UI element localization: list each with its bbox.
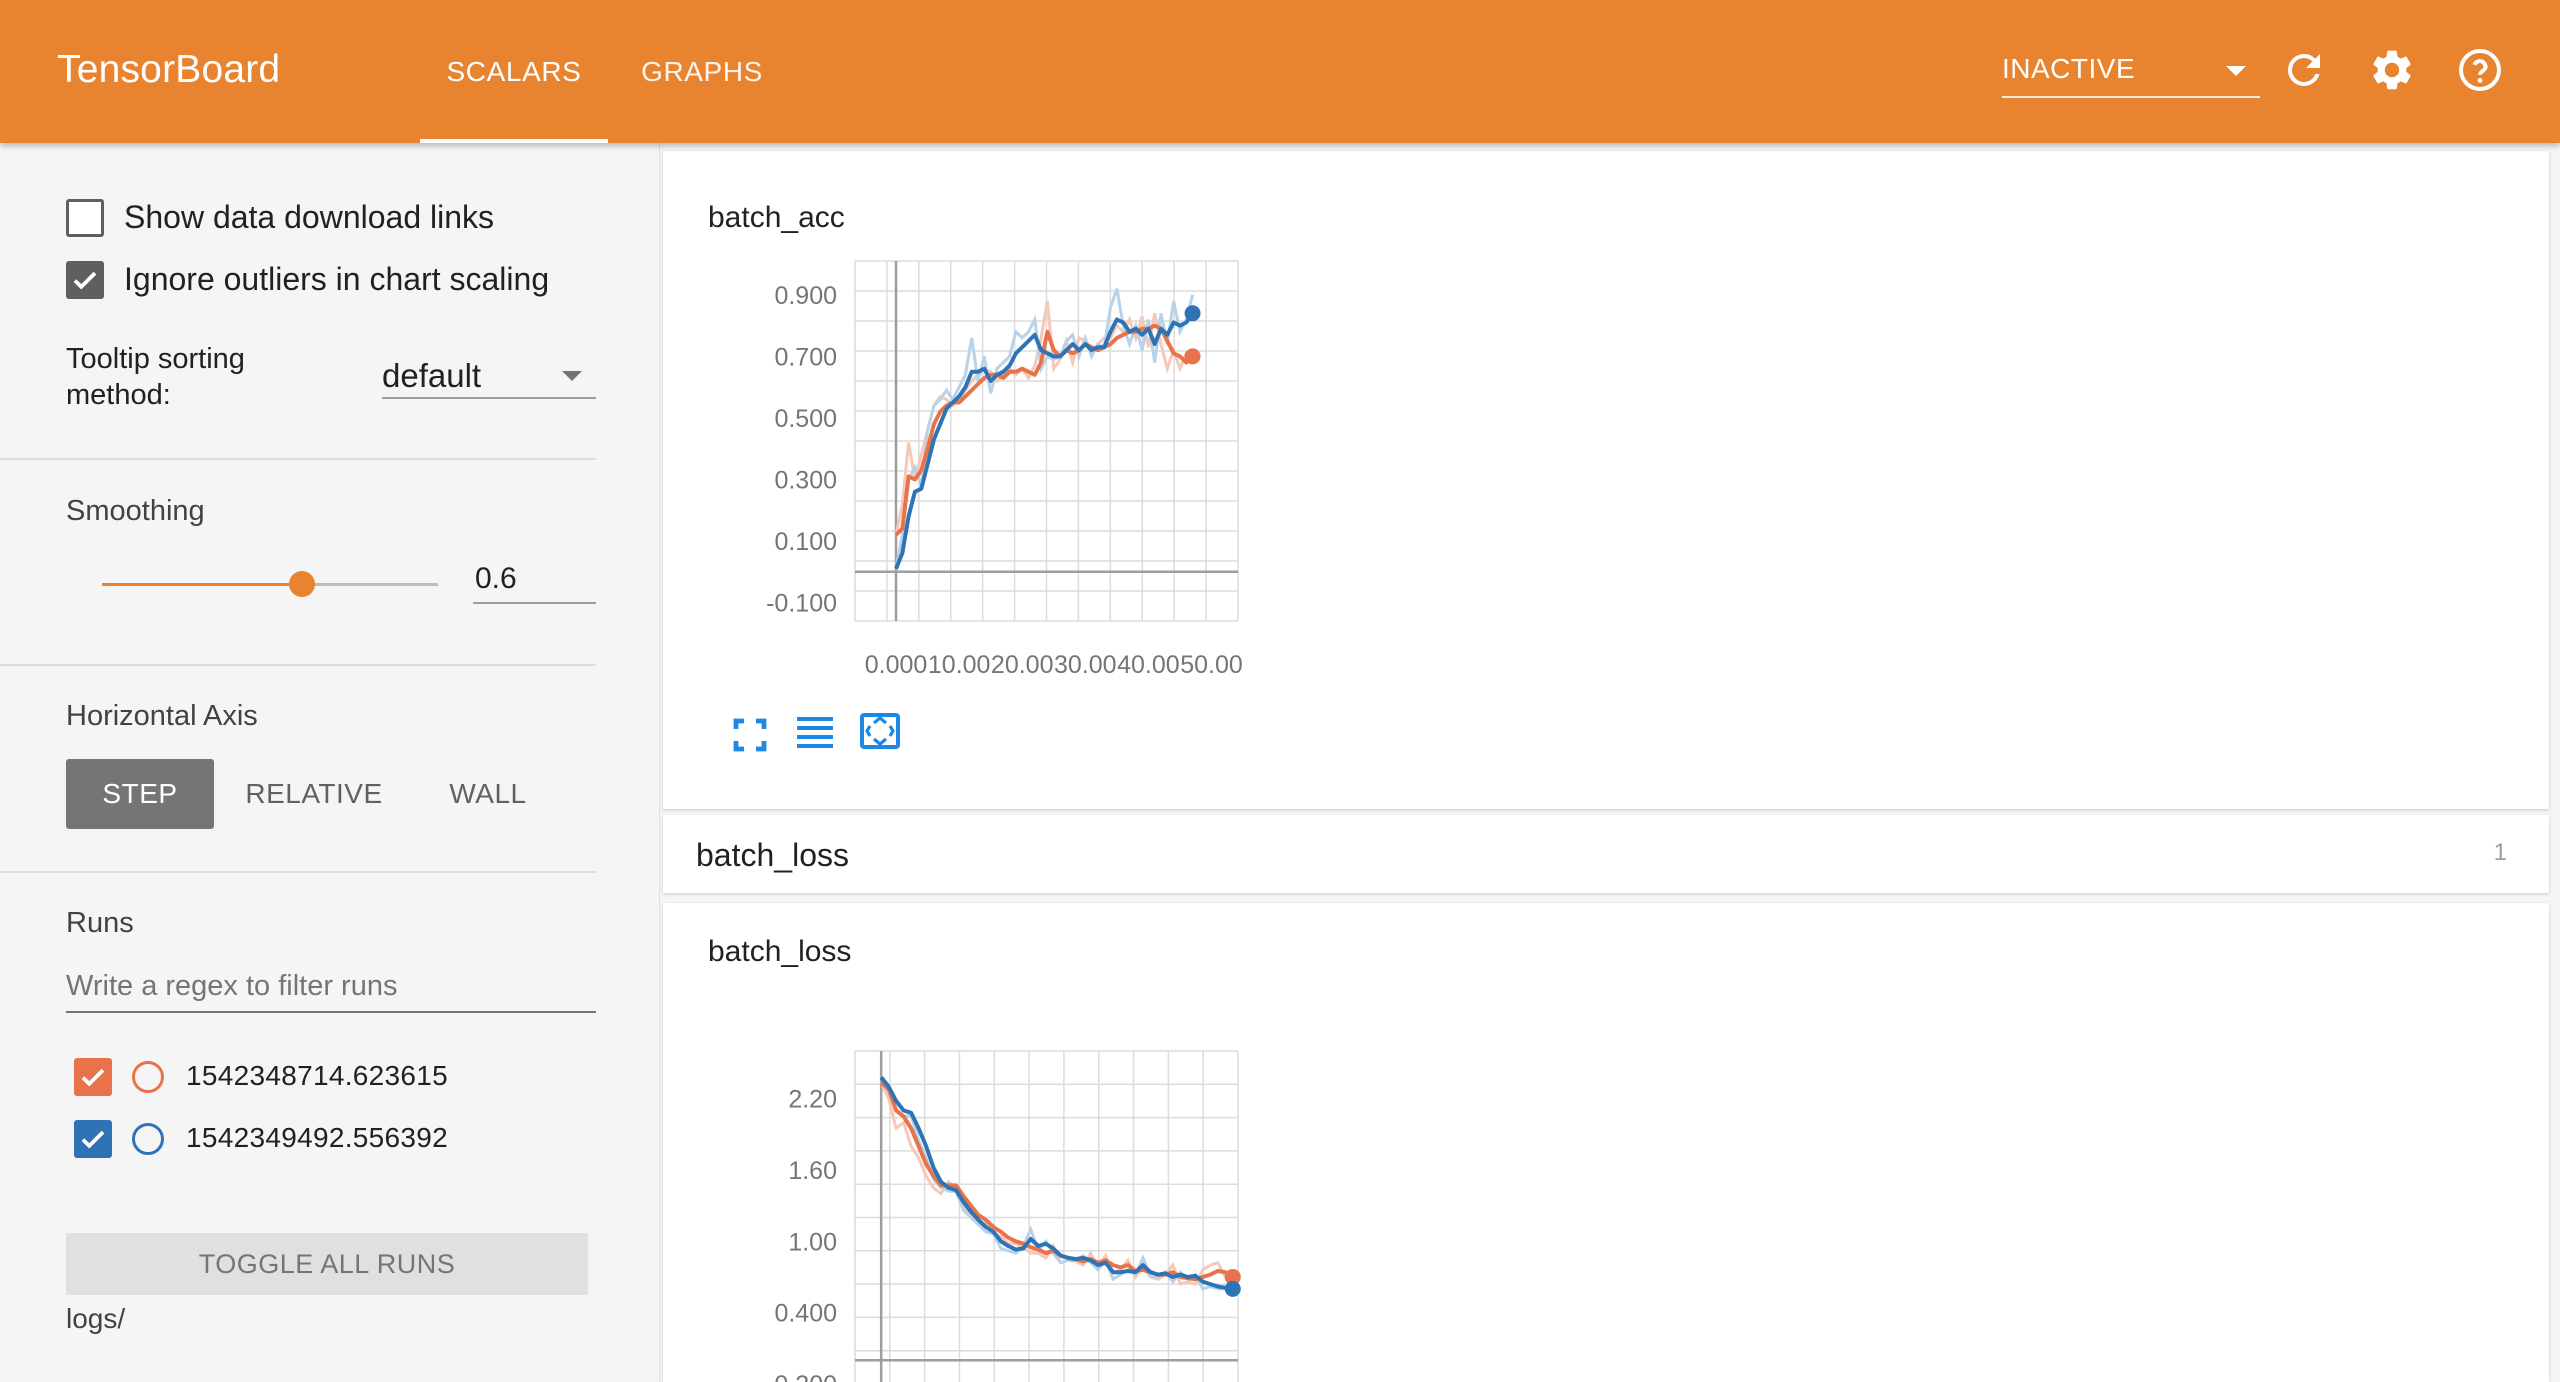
group-title: batch_loss [696, 837, 849, 873]
checkmark-icon [81, 1130, 105, 1149]
series-raw-line-1 [894, 300, 1194, 536]
batch-acc-card: batch_acc 0.900 0.700 0.500 0.300 0.100 -0.10… [663, 151, 2549, 809]
y-tick-label: -0.100 [766, 590, 837, 618]
batch-acc-chart[interactable]: 0.900 0.700 0.500 0.300 0.100 -0.100 0.000 10.0… [663, 247, 1463, 707]
smoothing-label: Smoothing [66, 495, 205, 527]
axis-step-button[interactable]: STEP [66, 759, 214, 829]
series-end-point-2 [1184, 305, 1201, 322]
fit-domain-icon[interactable] [856, 707, 904, 755]
download-links-checkbox[interactable] [66, 199, 104, 237]
status-value: INACTIVE [2002, 53, 2136, 84]
y-tick-label: 0.500 [774, 405, 837, 433]
y-tick-label: 0.300 [774, 466, 837, 494]
x-tick-label: 0.000 [865, 651, 928, 679]
runs-filter-input[interactable] [66, 963, 586, 1009]
toggle-all-runs-button[interactable]: TOGGLE ALL RUNS [66, 1233, 588, 1295]
x-tick-label: 40.00 [1117, 651, 1180, 679]
y-tick-label: 1.00 [788, 1228, 837, 1256]
y-tick-label: 0.100 [774, 528, 837, 556]
top-toolbar: TensorBoard SCALARS GRAPHS INACTIVE [0, 0, 2560, 143]
batch-loss-group-header[interactable]: batch_loss 1 [663, 815, 2549, 893]
run-1-color-dot [132, 1061, 164, 1093]
tooltip-sorting-dropdown[interactable]: default [382, 353, 596, 399]
toggle-log-scale-icon[interactable] [791, 709, 839, 757]
batch-loss-chart[interactable]: 2.20 1.60 1.00 0.400 -0.200 [663, 981, 1463, 1382]
axis-wall-button[interactable]: WALL [420, 759, 556, 829]
x-tick-label: 20.00 [991, 651, 1054, 679]
y-tick-label: 0.900 [774, 282, 837, 310]
x-tick-label: 30.00 [1054, 651, 1117, 679]
chart-title: batch_loss [708, 935, 852, 968]
axis-relative-button[interactable]: RELATIVE [232, 759, 396, 829]
runs-filter[interactable] [66, 963, 596, 1013]
checkmark-icon [73, 271, 97, 290]
app-title: TensorBoard [57, 48, 281, 91]
chevron-down-icon [2226, 66, 2246, 76]
series-line-1[interactable] [894, 323, 1194, 537]
chart-title: batch_acc [708, 201, 845, 234]
y-tick-label: -0.200 [766, 1371, 837, 1382]
smoothing-input[interactable]: 0.6 [473, 556, 596, 604]
tab-graphs[interactable]: GRAPHS [608, 0, 796, 143]
download-links-label: Show data download links [124, 199, 495, 235]
fullscreen-icon[interactable] [726, 711, 774, 759]
y-tick-label: 1.60 [788, 1157, 837, 1185]
ignore-outliers-checkbox[interactable] [66, 261, 104, 299]
series-end-point-1 [1184, 348, 1201, 365]
gear-icon[interactable] [2368, 46, 2416, 94]
tooltip-sorting-label: Tooltip sorting method: [66, 343, 245, 411]
y-tick-label: 0.700 [774, 343, 837, 371]
run-2-name: 1542349492.556392 [186, 1122, 449, 1153]
run-2-color-dot [132, 1123, 164, 1155]
tab-scalars[interactable]: SCALARS [420, 0, 608, 143]
group-count: 1 [2493, 839, 2507, 866]
tooltip-sorting-value: default [382, 357, 482, 394]
settings-section: Show data download links Ignore outliers… [0, 143, 596, 460]
smoothing-slider-fill[interactable] [102, 583, 302, 586]
checkmark-icon [81, 1068, 105, 1087]
chart-grid [854, 1050, 1239, 1382]
run-2-checkbox[interactable] [74, 1120, 112, 1158]
smoothing-value: 0.6 [475, 562, 517, 595]
smoothing-slider-track[interactable] [302, 583, 438, 586]
horizontal-axis-label: Horizontal Axis [66, 700, 258, 732]
run-1-name: 1542348714.623615 [186, 1060, 449, 1091]
run-1-checkbox[interactable] [74, 1058, 112, 1096]
sidebar: Show data download links Ignore outliers… [0, 143, 660, 1382]
y-tick-label: 0.400 [774, 1300, 837, 1328]
main-content: batch_acc 0.900 0.700 0.500 0.300 0.100 -0.10… [660, 143, 2560, 1382]
help-icon[interactable] [2456, 46, 2504, 94]
x-tick-label: 10.00 [928, 651, 991, 679]
batch-loss-card: batch_loss 2.20 1.60 1.00 0.400 -0.200 [663, 903, 2549, 1382]
refresh-icon[interactable] [2280, 46, 2328, 94]
runs-label: Runs [66, 907, 134, 939]
status-dropdown[interactable]: INACTIVE [2002, 50, 2260, 98]
y-tick-label: 2.20 [788, 1086, 837, 1114]
smoothing-slider-knob[interactable] [289, 571, 315, 597]
logdir-label: logs/ [66, 1303, 126, 1334]
ignore-outliers-label: Ignore outliers in chart scaling [124, 261, 550, 297]
chevron-down-icon [562, 371, 582, 381]
series-end-point-2 [1224, 1280, 1241, 1297]
x-tick-label: 50.00 [1180, 651, 1243, 679]
